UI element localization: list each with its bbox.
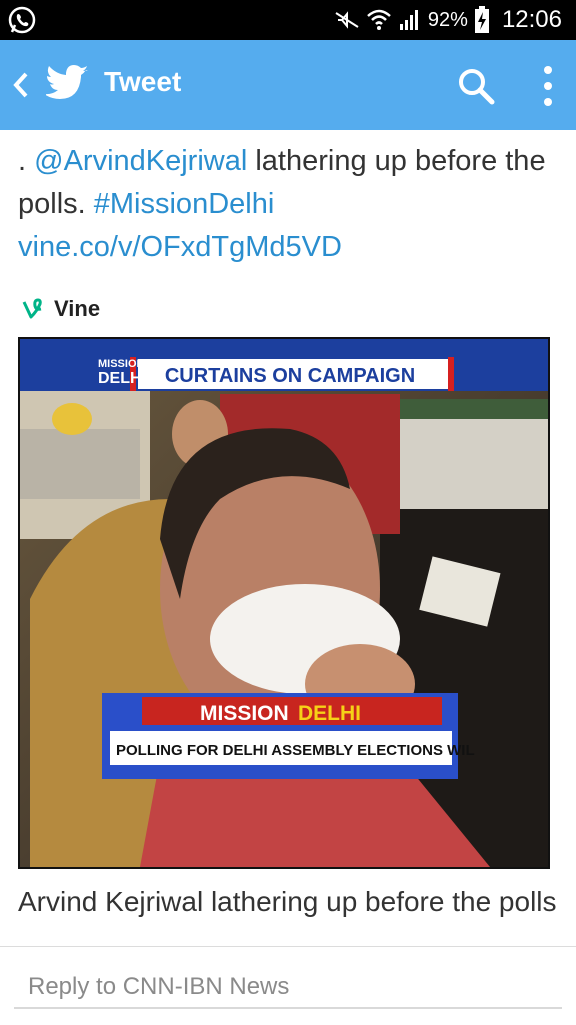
tweet-lead: .	[18, 145, 35, 177]
search-icon[interactable]	[456, 66, 496, 106]
vine-video-player[interactable]: MISSION DELHI CURTAINS ON CAMPAIGN MISSI…	[18, 337, 550, 869]
channel-logo-bottom: DELHI	[98, 370, 146, 387]
channel-logo-top: MISSION	[98, 358, 145, 370]
lower-third-title-yellow: DELHI	[298, 702, 361, 725]
app-bar: Tweet	[0, 40, 576, 130]
status-icons: 92% 12:06	[334, 0, 562, 40]
card-source-label: Vine	[54, 296, 101, 321]
signal-icon	[399, 10, 418, 30]
battery-percent: 92%	[427, 8, 468, 31]
mention-link[interactable]: @ArvindKejriwal	[34, 145, 247, 177]
twitter-bird-icon	[46, 65, 88, 99]
clock: 12:06	[501, 6, 562, 33]
video-frame: MISSION DELHI CURTAINS ON CAMPAIGN MISSI…	[20, 339, 548, 867]
tweet-text: . @ArvindKejriwal lathering up before th…	[18, 140, 558, 269]
reply-area: Reply to CNN-IBN News	[0, 946, 576, 1025]
headline-text: CURTAINS ON CAMPAIGN	[165, 365, 415, 387]
card-caption: Arvind Kejriwal lathering up before the …	[18, 886, 557, 917]
status-bar: 92% 12:06	[0, 0, 576, 40]
magazine-stack	[20, 429, 140, 499]
page-title: Tweet	[104, 66, 182, 97]
wall-panel	[390, 419, 548, 509]
vine-url-link[interactable]: vine.co/v/OFxdTgMd5VD	[18, 231, 342, 263]
vine-logo-icon	[22, 298, 42, 319]
reply-placeholder: Reply to CNN-IBN News	[28, 973, 290, 1000]
yellow-jar	[52, 403, 92, 435]
reply-input[interactable]: Reply to CNN-IBN News	[14, 963, 562, 1009]
headline-accent-right	[448, 357, 454, 391]
more-options-icon[interactable]	[540, 64, 556, 108]
card-source: Vine	[22, 292, 100, 326]
lower-third-title-white: MISSION	[200, 702, 289, 725]
wifi-icon	[367, 9, 391, 30]
hashtag-link[interactable]: #MissionDelhi	[94, 188, 275, 220]
lower-third-title-bar	[142, 697, 442, 725]
battery-charging-icon	[474, 6, 489, 33]
back-chevron-icon[interactable]	[10, 68, 32, 102]
whatsapp-notification-icon	[8, 6, 36, 34]
ticker-text: POLLING FOR DELHI ASSEMBLY ELECTIONS WIL	[116, 742, 475, 759]
nfc-mute-icon	[335, 11, 359, 29]
